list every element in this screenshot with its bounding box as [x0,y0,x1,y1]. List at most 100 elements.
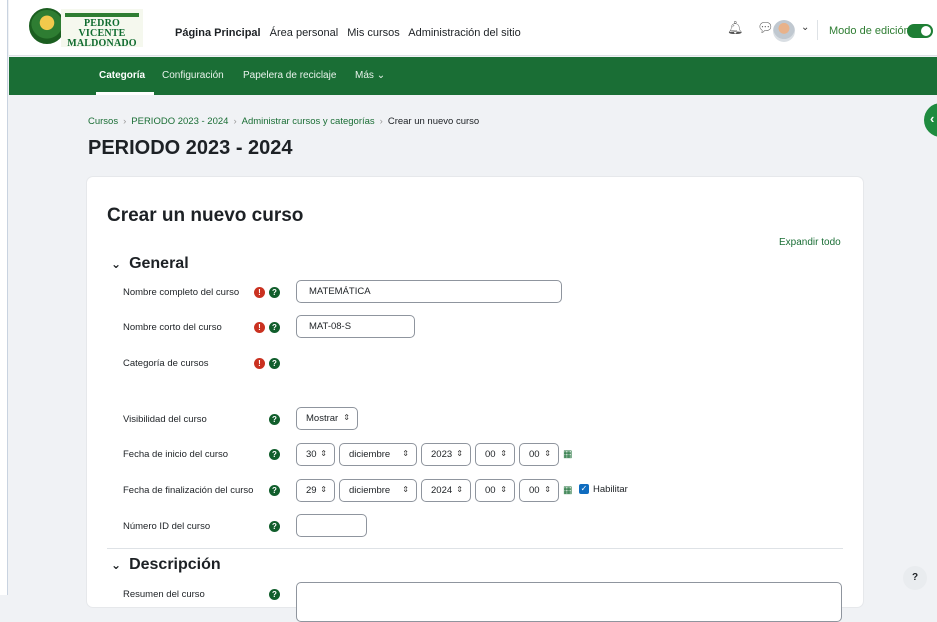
calendar-icon[interactable]: ▦ [563,485,572,496]
top-navbar: PEDRO VICENTE MALDONADO Página Principal… [9,0,937,56]
enddate-year-select[interactable]: 2024 ⇕ [421,479,471,502]
chevron-down-icon: ⌄ [111,257,122,271]
chat-icon[interactable]: 💬︎ [757,20,774,35]
visibility-select[interactable]: Mostrar ⇕ [296,407,358,430]
startdate-day-select[interactable]: 30 ⇕ [296,443,335,466]
bell-icon[interactable]: 🔔︎ [727,20,744,35]
select-arrows-icon: ⇕ [343,413,350,422]
idnumber-label: Número ID del curso [123,521,211,532]
help-icon[interactable]: ? [269,414,280,425]
fullname-input[interactable]: MATEMÁTICA [296,280,562,303]
enddate-minute-select[interactable]: 00 ⇕ [519,479,559,502]
enddate-month-select[interactable]: diciembre ⇕ [339,479,417,502]
brand-name-line1: PEDRO VICENTE [78,18,126,39]
breadcrumb-manage[interactable]: Administrar cursos y categorías [242,116,375,127]
help-icon[interactable]: ? [269,322,280,333]
section-description-label: Descripción [129,556,221,573]
required-icon: ! [254,358,265,369]
active-tab-indicator [96,92,154,95]
select-arrows-icon: ⇕ [544,485,551,494]
tab-more[interactable]: Más ⌄ [355,70,385,81]
help-icon[interactable]: ? [269,358,280,369]
navbar-divider [817,20,818,40]
nav-home[interactable]: Página Principal [175,27,261,39]
help-icon[interactable]: ? [269,521,280,532]
section-general-header[interactable]: ⌄ General [111,255,189,273]
breadcrumb-current: Crear un nuevo curso [387,116,480,127]
required-icon: ! [254,322,265,333]
enddate-day-select[interactable]: 29 ⇕ [296,479,335,502]
select-arrows-icon: ⇕ [456,485,463,494]
startdate-year-select[interactable]: 2023 ⇕ [421,443,471,466]
startdate-minute: 00 [529,449,540,460]
startdate-minute-select[interactable]: 00 ⇕ [519,443,559,466]
brand-name-line2: MALDONADO [67,38,137,49]
enddate-label: Fecha de finalización del curso [123,485,254,496]
help-icon[interactable]: ? [269,287,280,298]
startdate-month: diciembre [349,449,391,460]
nav-site-admin[interactable]: Administración del sitio [408,27,521,39]
select-arrows-icon: ⇕ [320,449,327,458]
expand-all-link[interactable]: Expandir todo [779,237,841,248]
enddate-month: diciembre [349,485,391,496]
help-icon[interactable]: ? [269,485,280,496]
select-arrows-icon: ⇕ [456,449,463,458]
help-icon[interactable]: ? [269,449,280,460]
startdate-hour-select[interactable]: 00 ⇕ [475,443,515,466]
chevron-down-icon: ⌄ [376,70,386,81]
avatar[interactable] [773,20,795,42]
school-logo-text[interactable]: PEDRO VICENTE MALDONADO [61,9,143,49]
enddate-enable-checkbox[interactable]: ✓ [579,484,589,494]
startdate-year: 2023 [431,449,453,460]
select-arrows-icon: ⇕ [500,449,507,458]
section-general-label: General [129,255,189,272]
summary-editor[interactable] [296,582,842,622]
tab-more-label: Más [355,70,374,81]
nav-my-courses[interactable]: Mis cursos [347,27,400,39]
enddate-day: 29 [306,485,317,496]
section-description-header[interactable]: ⌄ Descripción [111,556,221,574]
startdate-label: Fecha de inicio del curso [123,449,229,460]
chevron-left-icon: ‹ [930,111,935,126]
window-edge [0,0,8,595]
tab-settings[interactable]: Configuración [162,70,224,81]
select-arrows-icon: ⇕ [320,485,327,494]
tab-category[interactable]: Categoría [99,70,145,81]
breadcrumb-courses[interactable]: Cursos [88,116,118,127]
enddate-year: 2024 [431,485,453,496]
required-icon: ! [254,287,265,298]
section-divider [107,548,843,549]
chevron-down-icon[interactable]: ⌄ [801,22,809,33]
secondary-navigation: Categoría Configuración Papelera de reci… [9,57,937,95]
idnumber-input[interactable] [296,514,367,537]
logo-banner [65,13,139,17]
open-drawer-button[interactable]: ‹ [924,103,937,137]
form-card: Crear un nuevo curso Expandir todo ⌄ Gene… [87,177,863,622]
chevron-down-icon: ⌄ [111,558,122,572]
primary-navigation: Página Principal Área personal Mis curso… [175,27,527,39]
visibility-label: Visibilidad del curso [123,414,207,425]
form-title: Crear un nuevo curso [107,205,304,226]
shortname-input[interactable]: MAT-08-S [296,315,415,338]
chevron-right-icon: › [123,116,127,127]
visibility-value: Mostrar [306,413,339,424]
fullname-label: Nombre completo del curso [123,287,240,298]
school-logo-icon[interactable] [29,8,65,44]
chevron-right-icon: › [379,116,383,127]
edit-mode-label: Modo de edición [829,25,910,37]
edit-mode-toggle[interactable] [907,24,933,38]
breadcrumb-period[interactable]: PERIODO 2023 - 2024 [131,116,228,127]
breadcrumb: Cursos › PERIODO 2023 - 2024 › Administrar c… [88,116,479,127]
tab-recycle-bin[interactable]: Papelera de reciclaje [243,70,336,81]
calendar-icon[interactable]: ▦ [563,449,572,460]
select-arrows-icon: ⇕ [500,485,507,494]
startdate-day: 30 [306,449,317,460]
enddate-hour-select[interactable]: 00 ⇕ [475,479,515,502]
nav-dashboard[interactable]: Área personal [270,27,339,39]
startdate-month-select[interactable]: diciembre ⇕ [339,443,417,466]
help-button[interactable]: ? [903,566,927,590]
category-label: Categoría de cursos [123,358,209,369]
startdate-hour: 00 [485,449,496,460]
enddate-hour: 00 [485,485,496,496]
shortname-label: Nombre corto del curso [123,322,222,333]
